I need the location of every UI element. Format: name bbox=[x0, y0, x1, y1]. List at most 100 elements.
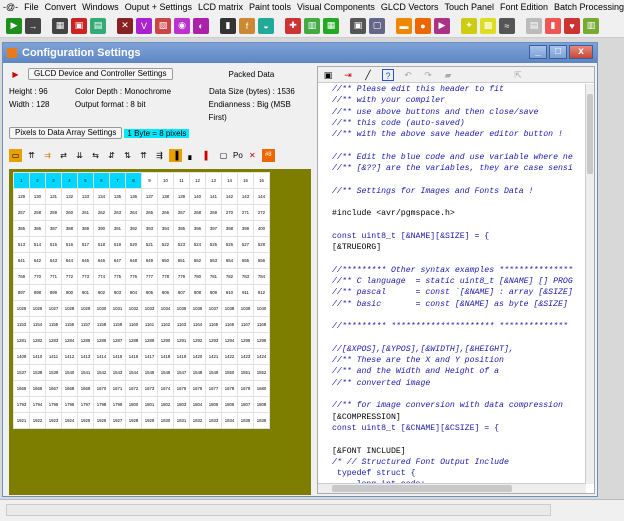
grid-cell[interactable]: 1163 bbox=[173, 316, 190, 333]
align-top-icon[interactable]: ⇈ bbox=[25, 149, 38, 162]
grid-cell[interactable]: 1 bbox=[13, 172, 30, 189]
grid-cell[interactable]: 387 bbox=[45, 220, 62, 237]
grid-cell[interactable]: 1806 bbox=[221, 396, 238, 413]
grid-cell[interactable]: 1925 bbox=[77, 412, 94, 429]
device-settings-button[interactable]: GLCD Device and Controller Settings bbox=[28, 68, 173, 80]
arrow-right-icon[interactable]: ⇉ bbox=[41, 149, 54, 162]
grid-cell[interactable]: 1292 bbox=[189, 332, 206, 349]
grid-cell[interactable]: 129 bbox=[13, 188, 30, 205]
grid-cell[interactable]: 1933 bbox=[205, 412, 222, 429]
grid-cell[interactable]: 393 bbox=[141, 220, 158, 237]
wave-icon[interactable]: ≈ bbox=[499, 17, 515, 34]
grid-cell[interactable]: 261 bbox=[77, 204, 94, 221]
grid-cell[interactable]: 1293 bbox=[205, 332, 222, 349]
help-icon[interactable]: ? bbox=[382, 68, 394, 81]
grid-cell[interactable]: 3 bbox=[45, 172, 62, 189]
grid-cell[interactable]: 643 bbox=[45, 252, 62, 269]
grid-cell[interactable]: 1805 bbox=[205, 396, 222, 413]
menu-item[interactable]: Ouput + Settings bbox=[122, 2, 195, 12]
grid-cell[interactable]: 1924 bbox=[61, 412, 78, 429]
grid-cell[interactable]: 1158 bbox=[93, 316, 110, 333]
grid-cell[interactable]: 1283 bbox=[45, 332, 62, 349]
grid-cell[interactable]: 772 bbox=[61, 268, 78, 285]
menu-item[interactable]: Visual Components bbox=[294, 2, 378, 12]
grid-cell[interactable]: 520 bbox=[125, 236, 142, 253]
bars-icon[interactable]: ▥ bbox=[583, 17, 599, 34]
grid-cell[interactable]: 1285 bbox=[77, 332, 94, 349]
grid-cell[interactable]: 900 bbox=[61, 284, 78, 301]
menu-item[interactable]: LCD matrix bbox=[195, 2, 246, 12]
grid-cell[interactable]: 517 bbox=[77, 236, 94, 253]
grid-cell[interactable]: 1541 bbox=[77, 364, 94, 381]
grid-cell[interactable]: 513 bbox=[13, 236, 30, 253]
grid-cell[interactable]: 521 bbox=[141, 236, 158, 253]
grid-cell[interactable]: 781 bbox=[205, 268, 222, 285]
grid-cell[interactable]: 1287 bbox=[109, 332, 126, 349]
record-icon[interactable]: ◐ bbox=[193, 17, 209, 34]
grid-cell[interactable]: 265 bbox=[141, 204, 158, 221]
grid-cell[interactable]: 906 bbox=[157, 284, 174, 301]
grid-cell[interactable]: 1027 bbox=[45, 300, 62, 317]
grid-cell[interactable]: 1932 bbox=[189, 412, 206, 429]
grid-cell[interactable]: 524 bbox=[189, 236, 206, 253]
grid-cell[interactable]: 388 bbox=[61, 220, 78, 237]
grid-cell[interactable]: 1800 bbox=[125, 396, 142, 413]
grid-cell[interactable]: 1550 bbox=[221, 364, 238, 381]
grid-cell[interactable]: 394 bbox=[157, 220, 174, 237]
grid-cell[interactable]: 399 bbox=[237, 220, 254, 237]
grid-cell[interactable]: 396 bbox=[189, 220, 206, 237]
grid-cell[interactable]: 139 bbox=[173, 188, 190, 205]
grid-cell[interactable]: 1545 bbox=[141, 364, 158, 381]
grid-cell[interactable]: 648 bbox=[125, 252, 142, 269]
main-horizontal-scrollbar[interactable] bbox=[6, 504, 551, 516]
grid-cell[interactable]: 1795 bbox=[45, 396, 62, 413]
grid-cell[interactable]: 1035 bbox=[173, 300, 190, 317]
grid-cell[interactable]: 1926 bbox=[93, 412, 110, 429]
byte-order-icon[interactable]: ▐ bbox=[169, 148, 182, 162]
vertical-scrollbar[interactable] bbox=[585, 84, 594, 484]
grid-cell[interactable]: 1155 bbox=[45, 316, 62, 333]
grid-cell[interactable]: 653 bbox=[205, 252, 222, 269]
grid-cell[interactable]: 1923 bbox=[45, 412, 62, 429]
grid-cell[interactable]: 1548 bbox=[189, 364, 206, 381]
grid-cell[interactable]: 389 bbox=[77, 220, 94, 237]
grid-cell[interactable]: 1808 bbox=[253, 396, 270, 413]
grid-cell[interactable]: 905 bbox=[141, 284, 158, 301]
grid-cell[interactable]: 1796 bbox=[61, 396, 78, 413]
grid-cell[interactable]: 523 bbox=[173, 236, 190, 253]
grid-cell[interactable]: 528 bbox=[253, 236, 270, 253]
grid-cell[interactable]: 783 bbox=[237, 268, 254, 285]
touch-icon[interactable]: ✚ bbox=[285, 17, 301, 34]
grid-cell[interactable]: 1037 bbox=[205, 300, 222, 317]
grid-cell[interactable]: 263 bbox=[109, 204, 126, 221]
grid-cell[interactable]: 774 bbox=[93, 268, 110, 285]
grid-cell[interactable]: 385 bbox=[13, 220, 30, 237]
grid-cell[interactable]: 907 bbox=[173, 284, 190, 301]
grid-cell[interactable]: 8 bbox=[125, 172, 142, 189]
grid-cell[interactable]: 777 bbox=[141, 268, 158, 285]
grid-cell[interactable]: 260 bbox=[61, 204, 78, 221]
grid-cell[interactable]: 1294 bbox=[221, 332, 238, 349]
bar-red-icon[interactable]: ▌ bbox=[201, 149, 214, 162]
grid-cell[interactable]: 525 bbox=[205, 236, 222, 253]
bits-8-badge[interactable]: #8 bbox=[261, 148, 275, 162]
grid-cell[interactable]: 1166 bbox=[221, 316, 238, 333]
grid-cell[interactable]: 769 bbox=[13, 268, 30, 285]
grid-cell[interactable]: 14 bbox=[221, 172, 238, 189]
grid-cell[interactable]: 1546 bbox=[157, 364, 174, 381]
grid-cell[interactable]: 398 bbox=[221, 220, 238, 237]
grid-cell[interactable]: 778 bbox=[157, 268, 174, 285]
grid-cell[interactable]: 1539 bbox=[45, 364, 62, 381]
grid-cell[interactable]: 897 bbox=[13, 284, 30, 301]
grid-cell[interactable]: 1291 bbox=[173, 332, 190, 349]
grid-cell[interactable]: 1797 bbox=[77, 396, 94, 413]
grid-cell[interactable]: 267 bbox=[173, 204, 190, 221]
menu-item[interactable]: Windows bbox=[79, 2, 122, 12]
grid-cell[interactable]: 133 bbox=[77, 188, 94, 205]
grid-cell[interactable]: 257 bbox=[13, 204, 30, 221]
grid-cell[interactable]: 642 bbox=[29, 252, 46, 269]
grid-cell[interactable]: 1802 bbox=[157, 396, 174, 413]
grid-cell[interactable]: 527 bbox=[237, 236, 254, 253]
grid-cell[interactable]: 1931 bbox=[173, 412, 190, 429]
grid-cell[interactable]: 1028 bbox=[61, 300, 78, 317]
